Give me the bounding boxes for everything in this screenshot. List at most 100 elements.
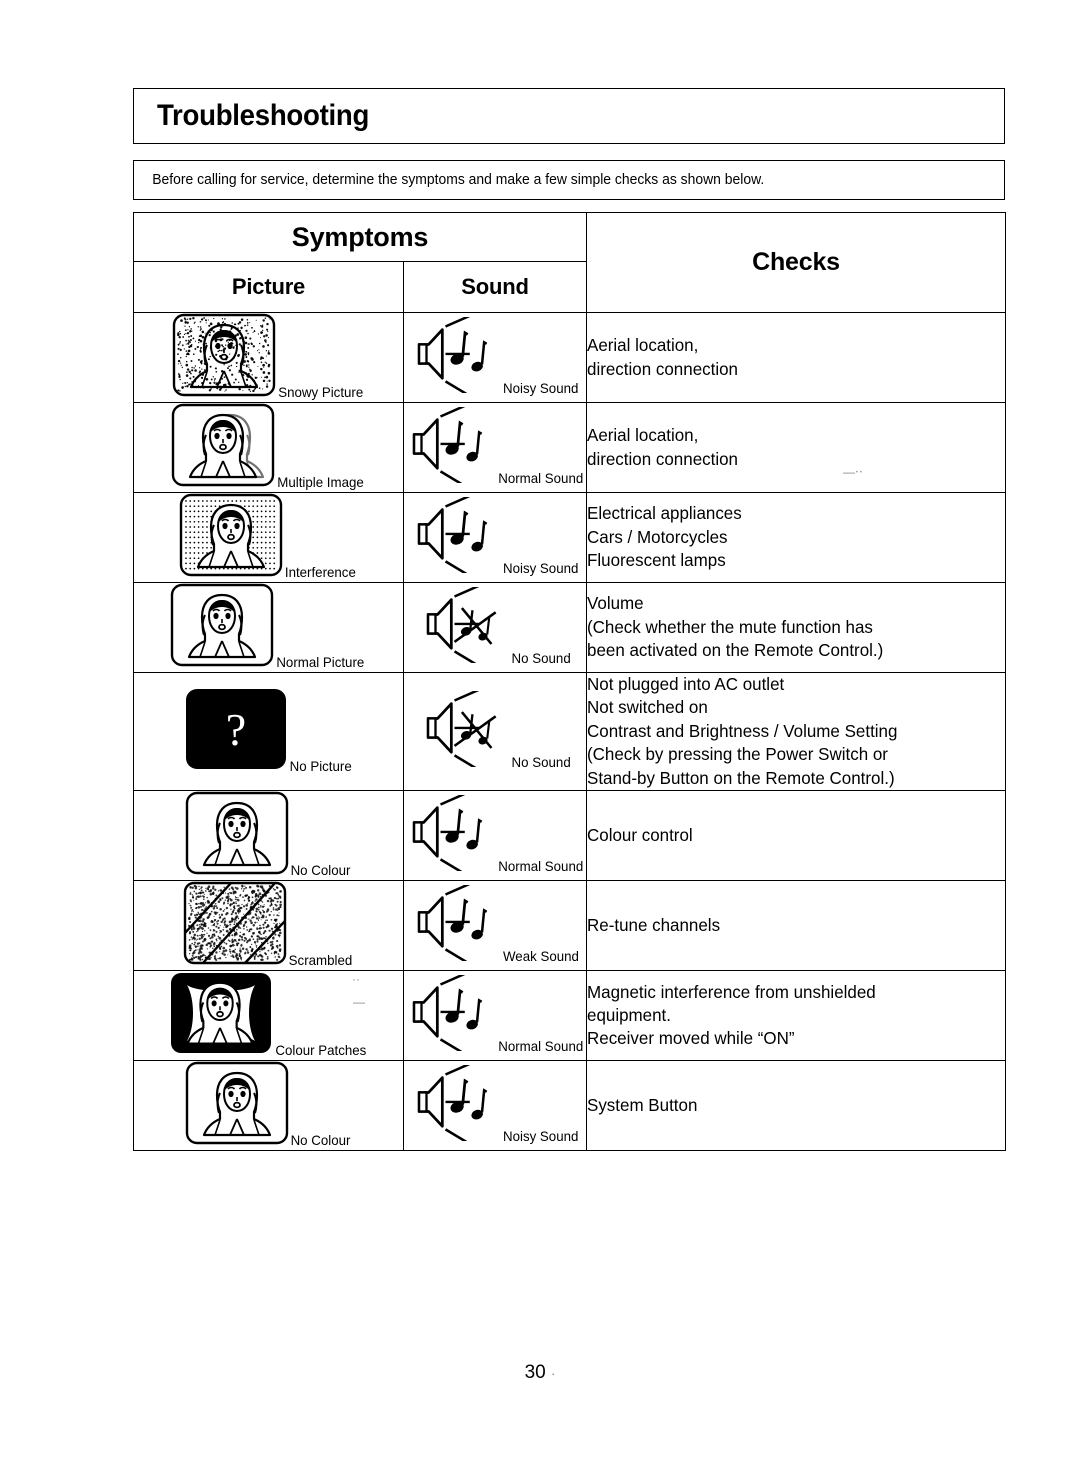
sound-symptom-label: No Sound xyxy=(511,650,571,666)
sound-symptom-label: No Sound xyxy=(511,754,571,771)
picture-symptom-cell: Interference xyxy=(133,492,404,583)
no-picture-icon: ? xyxy=(184,687,288,771)
check-line: Stand-by Button on the Remote Control.) xyxy=(587,767,895,788)
picture-symptom-cell: No Colour xyxy=(133,790,404,882)
checks-cell: Electrical appliances Cars / Motorcycles F… xyxy=(586,492,1006,583)
picture-symptom-label: Scrambled xyxy=(288,952,353,969)
sound-symptom-cell: Noisy Sound xyxy=(403,492,587,583)
table-row: Normal Picture No Sound Volume (Check wheth… xyxy=(133,582,1006,673)
weak-sound-icon xyxy=(409,885,501,962)
intro-text: Before calling for service, determine th… xyxy=(152,172,765,188)
check-line: Not plugged into AC outlet xyxy=(587,674,785,694)
page-number-artifact: · xyxy=(551,1366,556,1381)
picture-symptom-cell: Scrambled xyxy=(133,880,404,972)
sound-symptom-label: Normal Sound xyxy=(498,470,584,486)
sound-symptom-cell: Weak Sound xyxy=(403,880,587,972)
checks-cell: Not plugged into AC outlet Not switched o… xyxy=(586,671,1006,792)
sound-symptom-cell: Noisy Sound xyxy=(403,1060,587,1152)
check-line: Not switched on xyxy=(587,697,708,718)
no-sound-icon xyxy=(418,587,510,663)
check-line: direction connection xyxy=(587,358,738,379)
intro-box: Before calling for service, determine th… xyxy=(133,160,1005,200)
page-number-value: 30 xyxy=(524,1362,546,1383)
sound-symptom-label: Weak Sound xyxy=(503,948,579,965)
check-line: (Check whether the mute function has xyxy=(587,616,873,637)
normal-picture-icon xyxy=(170,583,274,667)
picture-symptom-cell: Normal Picture xyxy=(133,582,404,673)
sound-symptom-label: Normal Sound xyxy=(498,858,584,875)
checks-cell: Volume (Check whether the mute function h… xyxy=(586,582,1006,673)
header-sound: Sound xyxy=(403,261,587,313)
header-picture: Picture xyxy=(133,261,404,313)
normal-sound-icon xyxy=(404,975,496,1052)
normal-sound-icon xyxy=(404,795,496,872)
picture-symptom-label: Normal Picture xyxy=(276,654,365,670)
check-line: Aerial location, xyxy=(587,335,699,356)
check-line: Cars / Motorcycles xyxy=(587,526,728,547)
check-line: been activated on the Remote Control.) xyxy=(587,640,884,661)
table-row: No Colour Noisy Sound System Button xyxy=(133,1060,1006,1152)
header-checks: Checks xyxy=(586,212,1006,313)
svg-text:?: ? xyxy=(226,704,246,755)
no-colour-icon xyxy=(185,791,289,875)
picture-symptom-cell: Colour Patches xyxy=(133,970,404,1062)
check-line: direction connection xyxy=(587,448,738,469)
scan-artifact: —‧‧ xyxy=(843,465,863,479)
check-line: Contrast and Brightness / Volume Setting xyxy=(587,720,898,741)
check-line: Electrical appliances xyxy=(587,503,742,524)
no-colour-icon xyxy=(185,1061,289,1145)
table-row: Snowy Picture Noisy Sound Aerial location,… xyxy=(133,312,1006,403)
picture-symptom-label: No Colour xyxy=(290,862,351,879)
check-line: Colour control xyxy=(587,824,693,845)
picture-symptom-cell: Multiple Image xyxy=(133,402,404,493)
table-row: Colour Patches Normal Sound Magnetic inter… xyxy=(133,970,1006,1062)
checks-cell: Colour control xyxy=(586,790,1006,882)
table-row: Multiple Image Normal Sound Aerial locatio… xyxy=(133,402,1006,493)
troubleshooting-table: Symptoms Checks Picture Sound Snowy Pict… xyxy=(133,212,1006,1152)
check-line: Volume xyxy=(587,593,644,614)
section-title-box: Troubleshooting xyxy=(133,88,1005,144)
checks-cell: System Button xyxy=(586,1060,1006,1152)
check-line: System Button xyxy=(587,1094,698,1115)
picture-symptom-label: Colour Patches xyxy=(275,1042,366,1059)
noisy-sound-icon xyxy=(409,1065,501,1142)
picture-symptom-label: No Colour xyxy=(290,1132,351,1149)
picture-symptom-label: Snowy Picture xyxy=(277,384,363,400)
sound-symptom-cell: Normal Sound xyxy=(403,790,587,882)
manual-page: Troubleshooting Before calling for servi… xyxy=(0,0,1080,1460)
checks-cell: Re-tune channels xyxy=(586,880,1006,972)
picture-symptom-cell: No Colour xyxy=(133,1060,404,1152)
table-row: No Colour Normal Sound Colour control xyxy=(133,790,1006,882)
sound-symptom-label: Noisy Sound xyxy=(503,380,579,396)
table-row: ? No Picture No Sound Not plugged into AC o… xyxy=(133,671,1006,792)
check-line: (Check by pressing the Power Switch or xyxy=(587,744,888,765)
check-line: Receiver moved while “ON” xyxy=(587,1028,795,1049)
checks-cell: Magnetic interference from unshielded equ… xyxy=(586,970,1006,1062)
table-row: Interference Noisy Sound Electrical applia… xyxy=(133,492,1006,583)
multiple-image-icon xyxy=(171,403,275,487)
check-line: Fluorescent lamps xyxy=(587,550,726,571)
normal-sound-icon xyxy=(404,407,496,483)
sound-symptom-cell: Normal Sound xyxy=(403,970,587,1062)
colour-patches-icon xyxy=(169,971,273,1055)
noisy-sound-icon xyxy=(409,497,501,573)
table-body: Snowy Picture Noisy Sound Aerial location,… xyxy=(133,312,1006,1152)
page-number: 30 · xyxy=(0,1362,1080,1384)
picture-symptom-label: Multiple Image xyxy=(277,474,364,490)
check-line: equipment. xyxy=(587,1004,671,1025)
scan-artifact: ·· xyxy=(352,972,360,986)
noisy-sound-icon xyxy=(409,317,501,393)
check-line: Magnetic interference from unshielded xyxy=(587,981,876,1002)
sound-symptom-cell: Normal Sound xyxy=(403,402,587,493)
sound-symptom-cell: No Sound xyxy=(403,582,587,673)
sound-symptom-cell: No Sound xyxy=(403,671,587,792)
table-row: Scrambled Weak Sound Re-tune channels xyxy=(133,880,1006,972)
sound-symptom-label: Noisy Sound xyxy=(503,560,579,576)
checks-cell: Aerial location, direction connection xyxy=(586,312,1006,403)
sound-symptom-label: Normal Sound xyxy=(498,1038,584,1055)
page-title: Troubleshooting xyxy=(157,99,370,132)
checks-cell: Aerial location, direction connection xyxy=(586,402,1006,493)
header-row-group: Symptoms Checks xyxy=(133,212,1006,313)
picture-symptom-label: No Picture xyxy=(289,758,352,775)
snowy-picture-icon xyxy=(172,313,276,397)
